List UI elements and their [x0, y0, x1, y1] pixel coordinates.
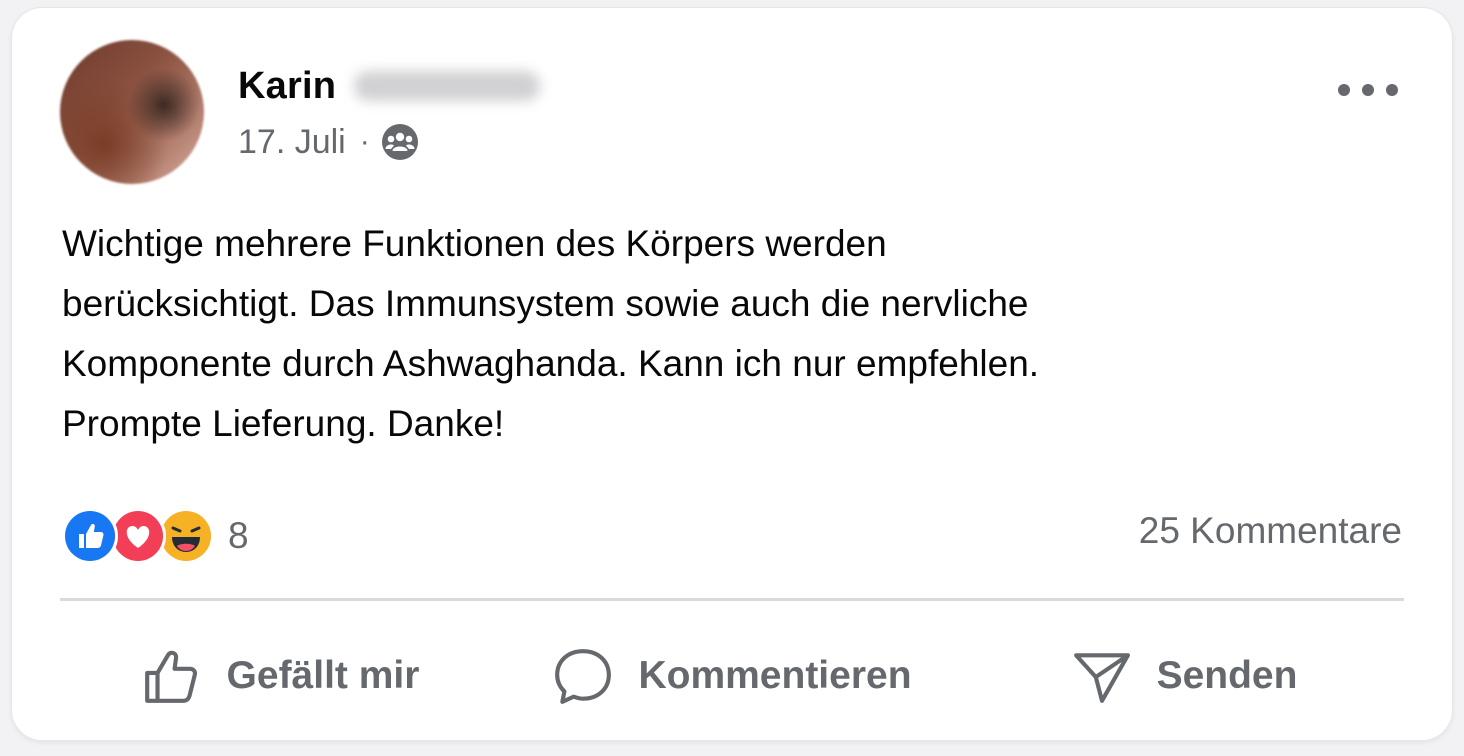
post-date[interactable]: 17. Juli — [238, 123, 346, 162]
post-meta: 17. Juli · — [238, 120, 420, 164]
dot-icon — [1362, 84, 1374, 96]
meta-separator: · — [359, 125, 370, 158]
comment-count-link[interactable]: 25 Kommentare — [1139, 510, 1402, 552]
like-button-label: Gefällt mir — [226, 654, 420, 697]
action-bar: Gefällt mir Kommentieren Senden — [60, 626, 1404, 726]
reaction-count: 8 — [228, 515, 249, 556]
post-card: Karin 17. Juli · Wichtige mehrere Funkti… — [12, 8, 1452, 740]
love-reaction-icon — [110, 508, 166, 564]
send-button-label: Senden — [1156, 654, 1298, 697]
post-text-line: Komponente durch Ashwaghanda. Kann ich n… — [62, 343, 1040, 384]
more-options-button[interactable] — [1338, 70, 1398, 110]
comment-button-label: Kommentieren — [638, 654, 912, 697]
thumbs-up-icon — [144, 650, 197, 703]
post-text-line: Prompte Lieferung. Danke! — [62, 403, 505, 444]
like-reaction-icon — [62, 508, 118, 564]
send-button[interactable]: Senden — [964, 626, 1404, 726]
comment-bubble-icon — [555, 649, 612, 704]
author-surname-redacted — [354, 71, 541, 101]
haha-reaction-icon — [158, 508, 214, 564]
group-icon[interactable] — [380, 122, 420, 162]
post-text-line: Wichtige mehrere Funktionen des Körpers … — [62, 223, 887, 264]
send-icon — [1073, 653, 1130, 703]
like-button[interactable]: Gefällt mir — [60, 626, 500, 726]
comment-button[interactable]: Kommentieren — [512, 626, 952, 726]
post-text: Wichtige mehrere Funktionen des Körpers … — [62, 214, 1392, 454]
dot-icon — [1386, 84, 1398, 96]
reactions-summary[interactable]: 8 — [62, 504, 249, 568]
dot-icon — [1338, 84, 1350, 96]
author-row: Karin — [238, 64, 541, 108]
divider — [60, 598, 1404, 601]
post-text-line: berücksichtigt. Das Immunsystem sowie au… — [62, 283, 1029, 324]
author-name[interactable]: Karin — [238, 65, 336, 108]
avatar[interactable] — [60, 40, 204, 184]
